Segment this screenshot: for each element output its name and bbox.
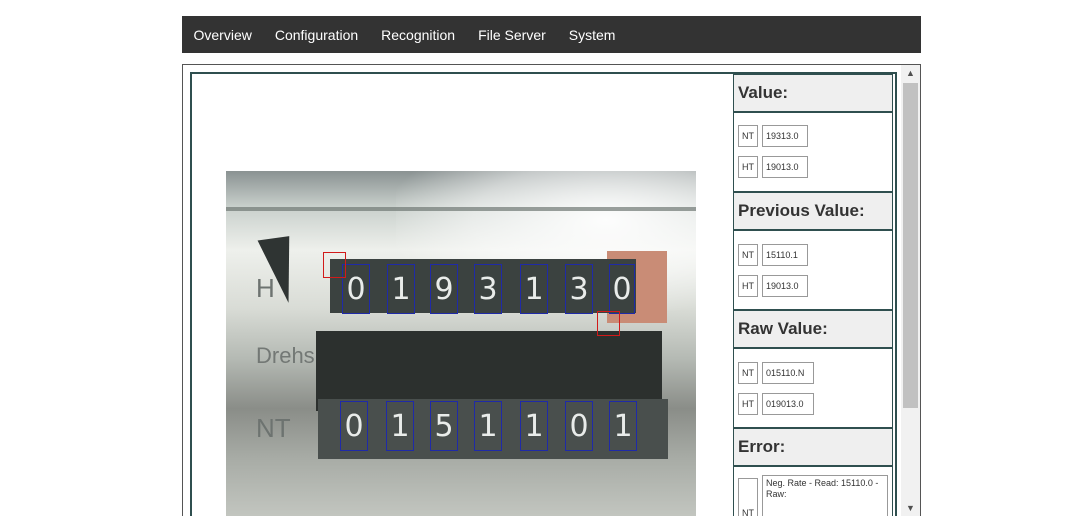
error-nt-tag: NT <box>738 478 758 516</box>
roi-digit-lower-4: 1 <box>474 401 502 451</box>
scroll-up-icon[interactable]: ▲ <box>901 65 920 81</box>
meter-image: H Drehs NT 0 1 9 3 1 3 0 0 1 5 1 1 0 1 <box>226 171 696 516</box>
roi-digit-lower-2: 1 <box>386 401 414 451</box>
top-navigation: Overview Configuration Recognition File … <box>182 16 921 53</box>
overview-table: H Drehs NT 0 1 9 3 1 3 0 0 1 5 1 1 0 1 V… <box>190 72 897 516</box>
roi-digit-lower-3: 5 <box>430 401 458 451</box>
value-heading: Value: <box>733 74 893 112</box>
raw-value-heading: Raw Value: <box>733 310 893 348</box>
value-nt-tag: NT <box>738 125 758 147</box>
previous-nt-tag: NT <box>738 244 758 266</box>
roi-digit-upper-1: 0 <box>342 264 370 314</box>
roi-digit-upper-7: 0 <box>609 264 635 314</box>
meter-label-nt: NT <box>256 413 291 443</box>
roi-digit-lower-1: 0 <box>340 401 368 451</box>
previous-ht-tag: HT <box>738 275 758 297</box>
roi-analog-2 <box>597 311 620 336</box>
value-panel: NT 19313.0 HT 19013.0 <box>733 112 893 192</box>
previous-value-panel: NT 15110.1 HT 19013.0 <box>733 230 893 310</box>
previous-nt: 15110.1 <box>762 244 808 266</box>
roi-digit-upper-3: 9 <box>430 264 458 314</box>
vertical-scrollbar[interactable]: ▲ ▼ <box>901 65 920 516</box>
error-panel: NT Neg. Rate - Read: 15110.0 - Raw: <box>733 466 893 516</box>
nav-recognition[interactable]: Recognition <box>370 16 467 53</box>
value-ht: 19013.0 <box>762 156 808 178</box>
nav-configuration[interactable]: Configuration <box>263 16 369 53</box>
raw-nt-tag: NT <box>738 362 758 384</box>
previous-ht: 19013.0 <box>762 275 808 297</box>
value-nt: 19313.0 <box>762 125 808 147</box>
value-ht-tag: HT <box>738 156 758 178</box>
roi-digit-upper-2: 1 <box>387 264 415 314</box>
meter-label-drehstrom: Drehs <box>256 343 315 368</box>
error-heading: Error: <box>733 428 893 466</box>
nav-file-server[interactable]: File Server <box>467 16 558 53</box>
roi-digit-upper-5: 1 <box>520 264 548 314</box>
raw-value-panel: NT 015110.N HT 019013.0 <box>733 348 893 428</box>
roi-digit-lower-7: 1 <box>609 401 637 451</box>
scroll-down-icon[interactable]: ▼ <box>901 500 920 516</box>
error-nt: Neg. Rate - Read: 15110.0 - Raw: <box>762 475 888 516</box>
raw-ht-tag: HT <box>738 393 758 415</box>
roi-analog-1 <box>323 252 346 278</box>
raw-nt: 015110.N <box>762 362 814 384</box>
nav-system[interactable]: System <box>557 16 627 53</box>
previous-value-heading: Previous Value: <box>733 192 893 230</box>
roi-digit-upper-4: 3 <box>474 264 502 314</box>
image-cell: H Drehs NT 0 1 9 3 1 3 0 0 1 5 1 1 0 1 <box>192 74 733 516</box>
raw-ht: 019013.0 <box>762 393 814 415</box>
roi-digit-lower-6: 0 <box>565 401 593 451</box>
scrollbar-thumb[interactable] <box>903 83 918 408</box>
content-frame: H Drehs NT 0 1 9 3 1 3 0 0 1 5 1 1 0 1 V… <box>182 64 921 516</box>
nav-overview[interactable]: Overview <box>182 16 263 53</box>
roi-digit-lower-5: 1 <box>520 401 548 451</box>
values-column: Value: NT 19313.0 HT 19013.0 Previous Va… <box>733 74 895 516</box>
meter-label-h: H <box>256 273 275 303</box>
roi-digit-upper-6: 3 <box>565 264 593 314</box>
meter-edge <box>226 207 696 211</box>
